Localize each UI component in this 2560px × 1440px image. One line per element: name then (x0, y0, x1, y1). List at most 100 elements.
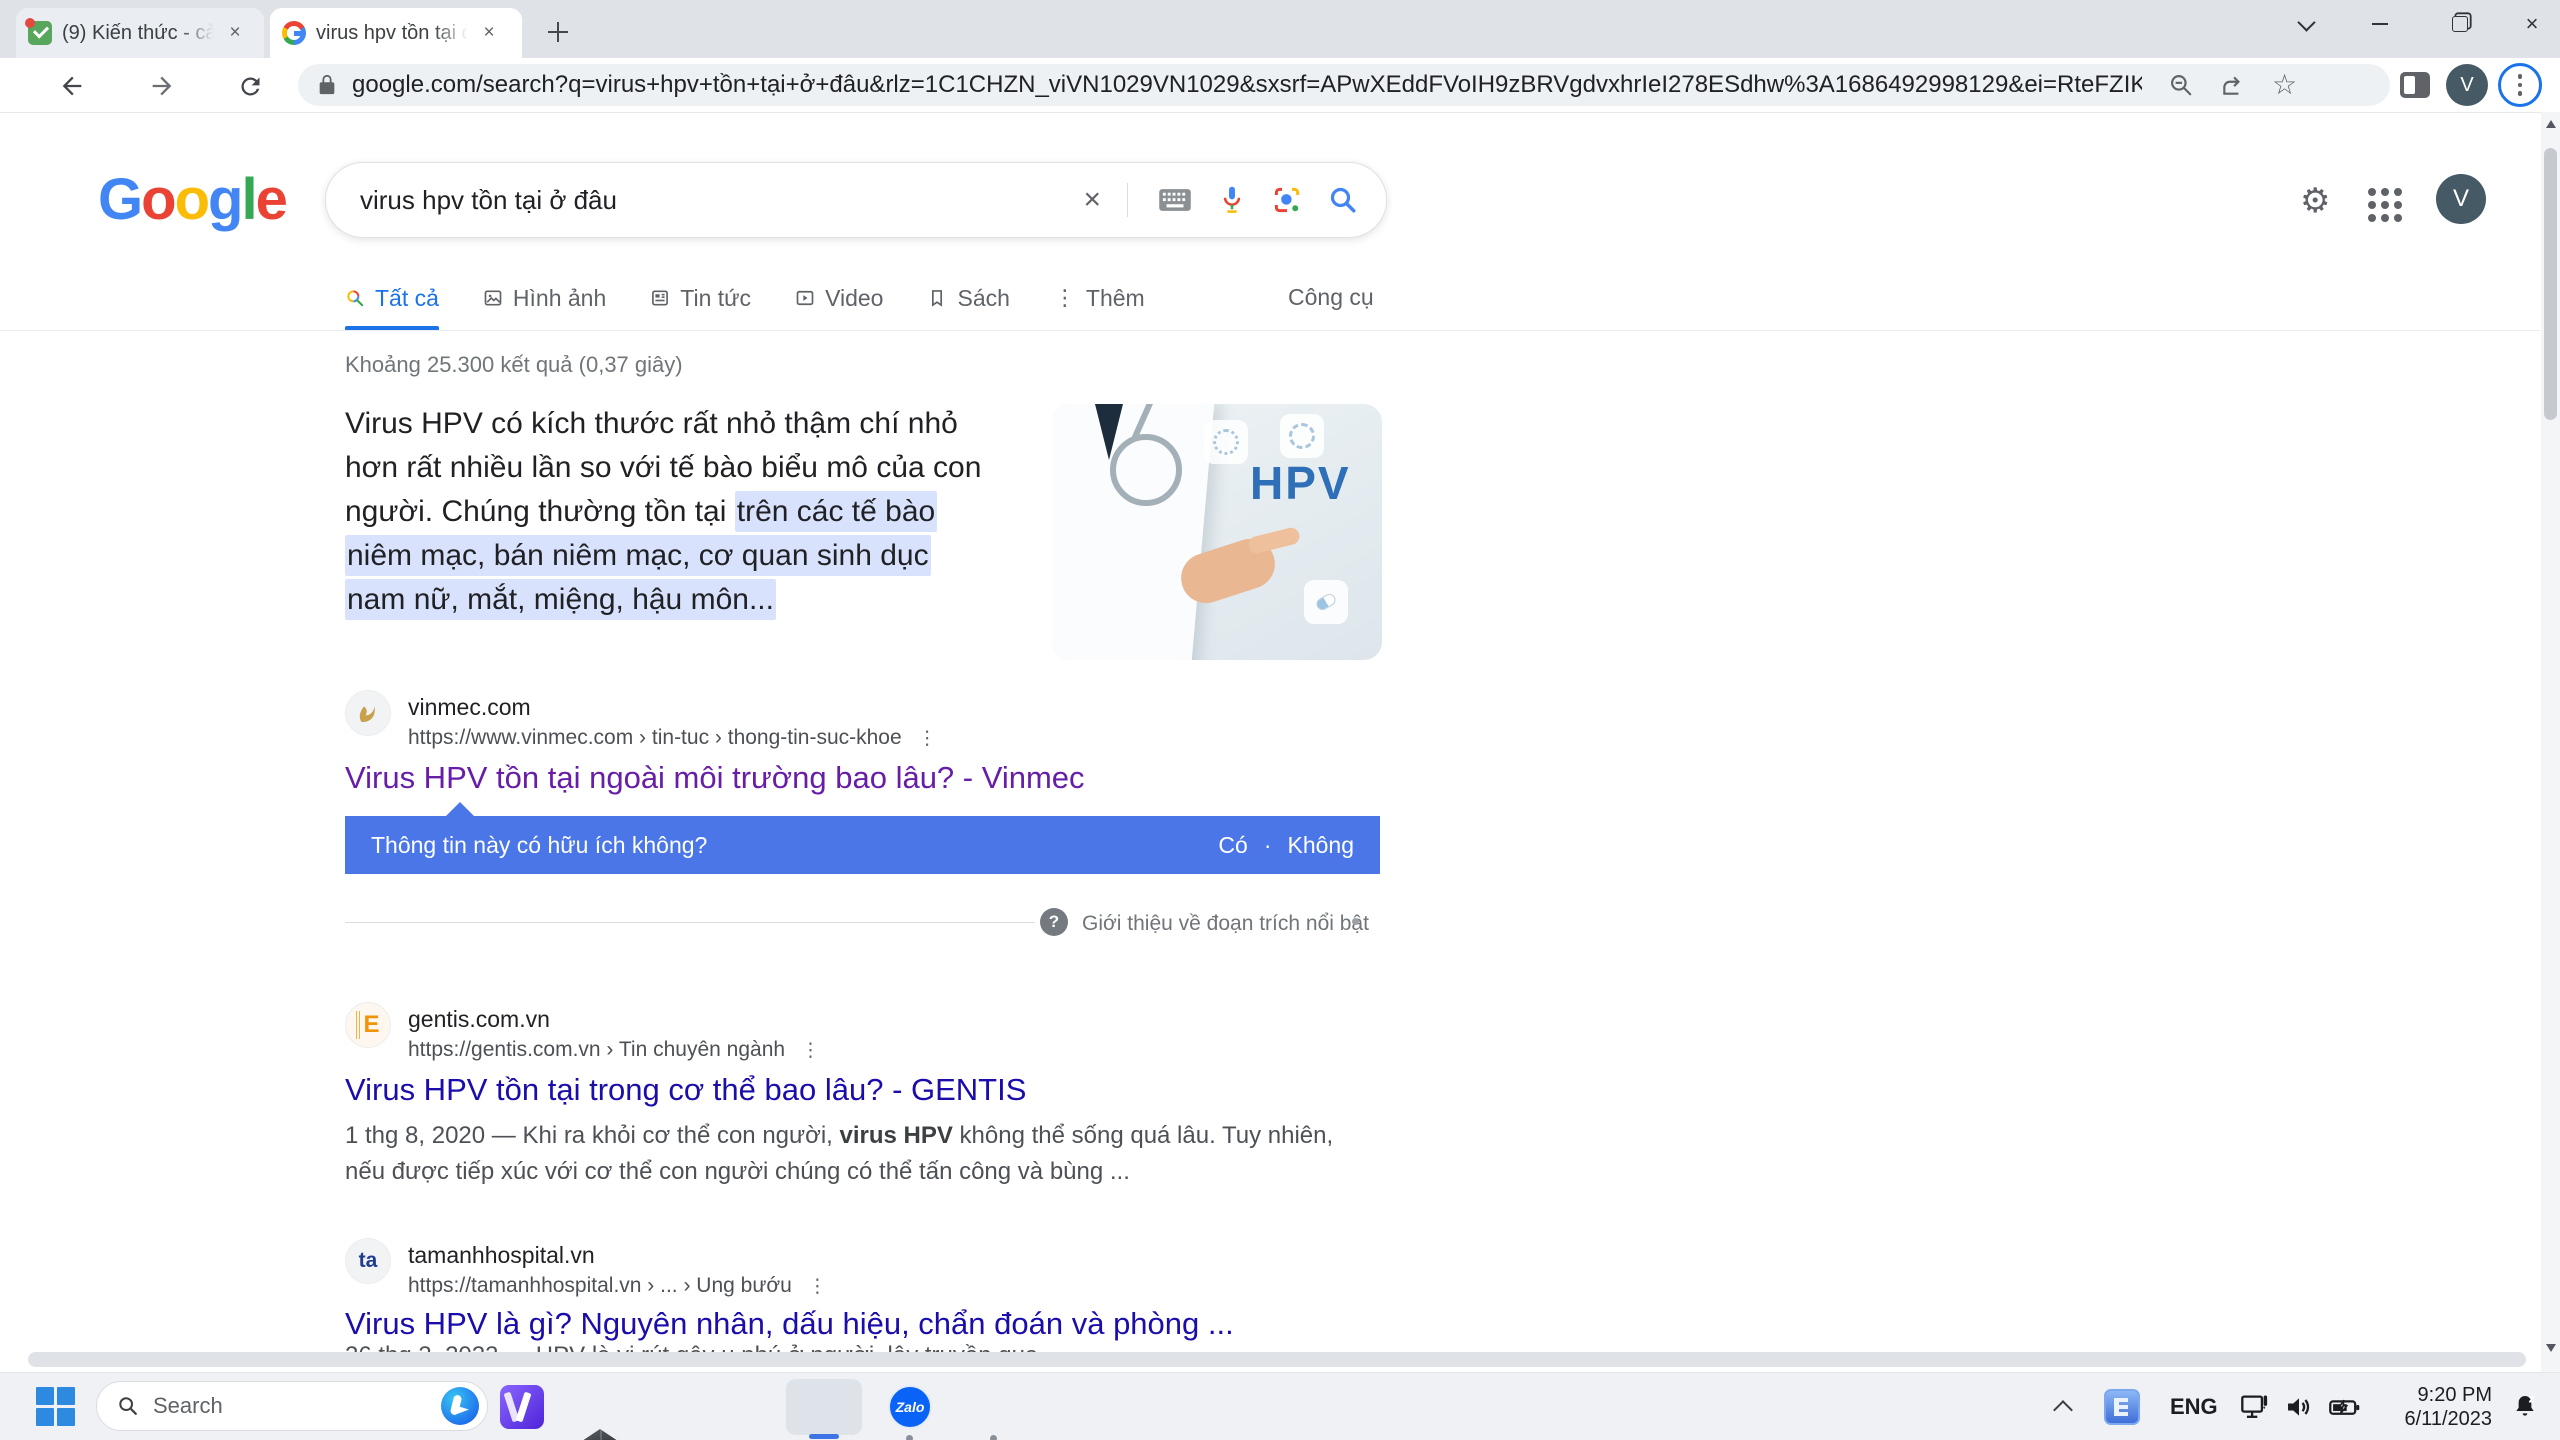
lens-icon[interactable] (1272, 185, 1302, 215)
feedback-yes-button[interactable]: Có (1218, 832, 1247, 859)
browser-profile-avatar[interactable]: V (2446, 64, 2488, 106)
taskbar-search-box[interactable]: Search (96, 1381, 488, 1431)
more-options-icon[interactable]: ⋮ (801, 1041, 820, 1060)
settings-gear-icon[interactable]: ⚙ (2300, 184, 2330, 218)
source-domain[interactable]: vinmec.com (408, 694, 531, 721)
google-apps-grid-icon[interactable] (2368, 188, 2402, 222)
app-icon-obsidian[interactable] (578, 1429, 622, 1440)
result-breadcrumb[interactable]: https://tamanhhospital.vn › ... › Ung bư… (408, 1274, 827, 1298)
source-breadcrumb[interactable]: https://www.vinmec.com › tin-tuc › thong… (408, 726, 937, 750)
tab-news[interactable]: Tin tức (650, 285, 751, 312)
feedback-arrow (445, 802, 475, 817)
close-window-button[interactable]: × (2504, 2, 2560, 46)
tab-favicon-check-icon (28, 21, 52, 45)
featured-snippet-image[interactable]: HPV (1052, 404, 1382, 660)
tab-more[interactable]: ⋮ Thêm (1054, 285, 1145, 312)
tab-videos[interactable]: Video (795, 285, 883, 312)
result-breadcrumb[interactable]: https://gentis.com.vn › Tin chuyên ngành… (408, 1038, 820, 1062)
url-text[interactable]: google.com/search?q=virus+hpv+tồn+tại+ở+… (352, 71, 2142, 99)
source-favicon[interactable] (345, 690, 391, 736)
result-favicon[interactable]: E (345, 1002, 391, 1048)
horizontal-scrollbar-thumb[interactable] (28, 1352, 2526, 1367)
result-title-vinmec[interactable]: Virus HPV tồn tại ngoài môi trường bao l… (345, 760, 1085, 796)
tab-all[interactable]: Tất cả (345, 285, 439, 312)
start-button[interactable] (36, 1387, 76, 1427)
svg-text:z: z (2528, 1393, 2534, 1405)
feedback-dot-icon[interactable] (1352, 918, 1359, 925)
desktop-screen: (9) Kiến thức - cảnh báo vài em p × viru… (0, 0, 2560, 1440)
mic-icon[interactable] (1218, 185, 1246, 215)
scroll-down-arrow[interactable] (2546, 1344, 2556, 1352)
result-favicon[interactable]: ta (345, 1238, 391, 1284)
tray-time: 9:20 PM (2405, 1383, 2493, 1407)
more-vertical-icon: ⋮ (1054, 287, 1076, 309)
close-tab-icon[interactable]: × (476, 20, 502, 46)
search-query[interactable]: virus hpv tồn tại ở đâu (360, 185, 1057, 216)
result-domain[interactable]: gentis.com.vn (408, 1006, 550, 1033)
forward-button[interactable] (146, 70, 178, 102)
plus-icon (548, 22, 568, 42)
search-nav-tabs: Tất cả Hình ảnh Tin tức Video Sách ⋮ Thê… (345, 276, 1145, 320)
notification-dot (25, 18, 35, 28)
vertical-scrollbar-thumb[interactable] (2544, 148, 2557, 420)
battery-icon[interactable] (2328, 1373, 2362, 1440)
bing-chat-icon[interactable] (441, 1387, 479, 1425)
back-button[interactable] (56, 70, 88, 102)
tools-button[interactable]: Công cụ (1288, 284, 1374, 311)
share-icon[interactable] (2220, 72, 2246, 98)
clear-icon[interactable]: × (1083, 183, 1101, 217)
side-panel-button[interactable] (2400, 72, 2430, 98)
volume-icon[interactable] (2284, 1373, 2314, 1440)
tab-search-chevron-icon[interactable] (2278, 2, 2334, 46)
minimize-button[interactable] (2352, 2, 2408, 46)
browser-menu-button[interactable] (2498, 63, 2542, 107)
browser-toolbar: google.com/search?q=virus+hpv+tồn+tại+ở+… (0, 58, 2560, 113)
clock-date[interactable]: 9:20 PM6/11/2023 (2396, 1373, 2492, 1440)
lock-icon (316, 74, 338, 96)
language-indicator[interactable]: ENG (2170, 1373, 2218, 1440)
close-tab-icon[interactable]: × (222, 20, 248, 46)
tray-chevron-up-icon[interactable] (2056, 1373, 2070, 1440)
more-options-icon[interactable]: ⋮ (808, 1277, 827, 1296)
result-domain[interactable]: tamanhhospital.vn (408, 1242, 595, 1269)
result-title-tamanh[interactable]: Virus HPV là gì? Nguyên nhân, dấu hiệu, … (345, 1306, 1234, 1342)
image-icon (483, 288, 503, 308)
finger-graphic (1247, 526, 1302, 555)
search-box[interactable]: virus hpv tồn tại ở đâu × (325, 162, 1387, 238)
divider (345, 922, 1035, 923)
tray-evkey-icon[interactable] (2104, 1373, 2140, 1440)
results-stats: Khoảng 25.300 kết quả (0,37 giây) (345, 352, 683, 378)
more-options-icon[interactable]: ⋮ (918, 729, 937, 748)
notification-bell-icon[interactable]: z (2510, 1373, 2540, 1440)
bookmark-star-icon[interactable]: ☆ (2272, 71, 2297, 99)
news-icon (650, 288, 670, 308)
result-snippet-line: nếu được tiếp xúc với cơ thể con người c… (345, 1154, 1130, 1190)
about-featured-snippet-link[interactable]: Giới thiệu về đoạn trích nổi bật (1082, 912, 1369, 936)
help-icon[interactable]: ? (1040, 908, 1068, 936)
address-bar[interactable]: google.com/search?q=virus+hpv+tồn+tại+ở+… (298, 64, 2390, 106)
google-logo[interactable]: Google (98, 166, 286, 233)
result-title-gentis[interactable]: Virus HPV tồn tại trong cơ thể bao lâu? … (345, 1072, 1026, 1108)
app-icon-zalo[interactable]: Zalo (888, 1385, 932, 1429)
search-icon[interactable] (1328, 185, 1358, 215)
active-app-highlight (786, 1379, 862, 1435)
zalo-running-dot (906, 1435, 913, 1440)
reload-button[interactable] (234, 70, 266, 102)
maximize-restore-button[interactable] (2432, 2, 2488, 46)
featured-snippet-line: hơn rất nhiều lần so với tế bào biểu mô … (345, 446, 981, 490)
browser-tab-active[interactable]: virus hpv tồn tại ở đâu - Tìm trên × (270, 8, 522, 58)
chrome-running-indicator (809, 1434, 839, 1439)
zoom-out-icon[interactable] (2168, 72, 2194, 98)
tab-images[interactable]: Hình ảnh (483, 285, 606, 312)
pen-display-icon[interactable] (2240, 1373, 2270, 1440)
browser-tab-inactive[interactable]: (9) Kiến thức - cảnh báo vài em p × (16, 8, 264, 58)
feedback-no-button[interactable]: Không (1287, 832, 1354, 859)
featured-snippet-line: Virus HPV có kích thước rất nhỏ thậm chí… (345, 402, 958, 446)
new-tab-button[interactable] (540, 14, 576, 50)
app-icon-m365[interactable] (500, 1385, 544, 1429)
tab-books[interactable]: Sách (927, 285, 1009, 312)
google-account-avatar[interactable]: V (2436, 174, 2486, 224)
keyboard-icon[interactable] (1158, 187, 1192, 213)
featured-snippet-line: niêm mạc, bán niêm mạc, cơ quan sinh dục (345, 534, 931, 578)
scroll-up-arrow[interactable] (2546, 120, 2556, 128)
